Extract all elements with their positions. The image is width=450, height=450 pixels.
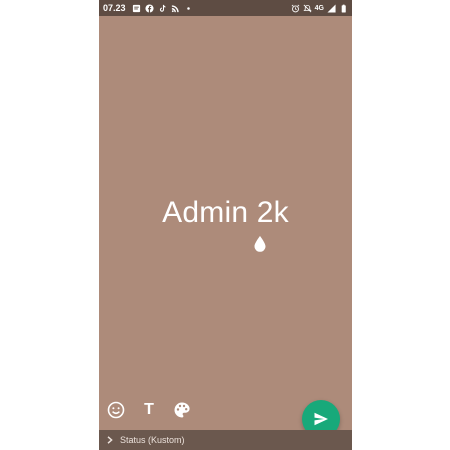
network-type: 4G (314, 4, 324, 12)
status-composer: 07.23 4G Admin 2k T Status (Kustom) (99, 0, 352, 450)
chevron-right-icon (106, 435, 116, 445)
dot-icon (184, 4, 193, 13)
battery-icon (339, 4, 348, 13)
palette-icon (174, 402, 190, 418)
send-icon (314, 412, 328, 426)
smiley-icon (107, 401, 125, 419)
color-button[interactable] (172, 400, 192, 420)
audience-label: Status (Kustom) (120, 435, 185, 445)
mute-icon (303, 4, 312, 13)
drop-icon[interactable] (253, 235, 267, 253)
rss-icon (171, 4, 180, 13)
text-style-button[interactable]: T (139, 400, 159, 420)
facebook-icon (144, 3, 154, 13)
signal-icon (327, 3, 336, 13)
status-text[interactable]: Admin 2k (99, 196, 352, 230)
system-status-bar: 07.23 4G (99, 0, 352, 16)
status-right: 4G (291, 3, 352, 13)
status-left: 07.23 (99, 3, 193, 13)
audience-bar[interactable]: Status (Kustom) (99, 430, 352, 450)
text-style-label: T (144, 401, 154, 418)
alarm-icon (291, 4, 300, 13)
tiktok-icon (158, 4, 167, 13)
emoji-button[interactable] (106, 400, 126, 420)
message-icon (132, 4, 141, 13)
clock: 07.23 (103, 3, 126, 13)
